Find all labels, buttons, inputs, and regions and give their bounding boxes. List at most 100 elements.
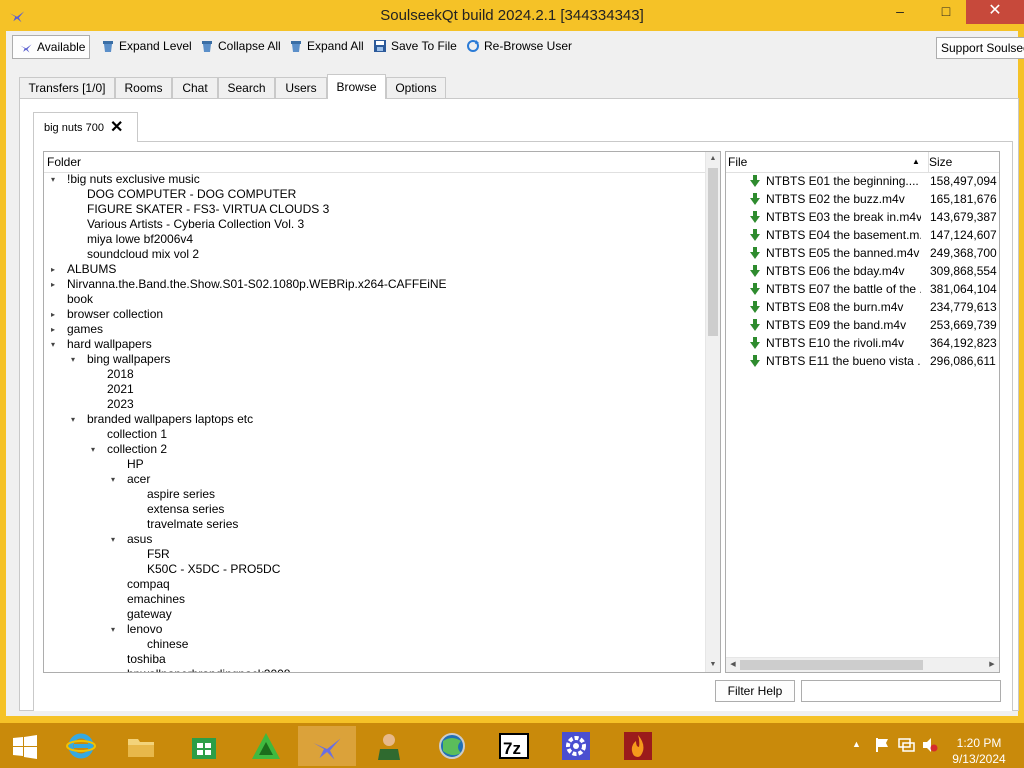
collapsed-arrow-icon[interactable] [91,427,101,442]
scroll-up-arrow-icon[interactable]: ▲ [706,152,720,166]
save-to-file-button[interactable]: Save To File [373,35,457,57]
show-hidden-icons-icon[interactable]: ▲ [852,739,861,749]
network-icon[interactable] [898,737,916,753]
file-row[interactable]: NTBTS E11 the bueno vista ... 296,086,611 [726,352,999,370]
collapsed-arrow-icon[interactable] [131,487,141,502]
collapsed-arrow-icon[interactable] [91,367,101,382]
tree-node[interactable]: emachines [127,592,185,607]
tree-node[interactable]: toshiba [127,652,166,667]
tab-transfers[interactable]: Transfers [1/0] [19,77,115,98]
tab-users[interactable]: Users [275,77,327,98]
collapsed-arrow-icon[interactable] [111,592,121,607]
folder-tree[interactable]: Folder ▾ !big nuts exclusive music DOG COM… [43,151,721,673]
tree-node[interactable]: ▾ asus [111,532,152,547]
collapsed-arrow-icon[interactable] [91,382,101,397]
tree-node[interactable]: FIGURE SKATER - FS3- VIRTUA CLOUDS 3 [87,202,329,217]
volume-muted-icon[interactable] [922,737,938,753]
collapsed-arrow-icon[interactable] [51,292,61,307]
expanded-arrow-icon[interactable]: ▾ [111,472,121,487]
taskbar-firewall-app[interactable] [609,726,667,766]
tree-node[interactable]: miya lowe bf2006v4 [87,232,193,247]
re-browse-user-button[interactable]: Re-Browse User [466,35,572,57]
tree-node[interactable]: chinese [147,637,188,652]
folder-tree-scrollbar[interactable]: ▲ ▼ [705,152,720,672]
file-row[interactable]: NTBTS E04 the basement.m... 147,124,607 [726,226,999,244]
taskbar-soulseek[interactable] [298,726,356,766]
taskbar-globe-app[interactable] [423,726,481,766]
tree-node[interactable]: aspire series [147,487,215,502]
tree-node[interactable]: 2023 [107,397,134,412]
start-button[interactable] [0,726,50,766]
tree-node[interactable]: travelmate series [147,517,238,532]
tab-search[interactable]: Search [218,77,275,98]
collapsed-arrow-icon[interactable] [131,502,141,517]
scroll-right-arrow-icon[interactable]: ▶ [985,658,999,672]
tab-rooms[interactable]: Rooms [115,77,172,98]
taskbar-torrent-app[interactable] [237,726,295,766]
expanded-arrow-icon[interactable]: ▾ [71,352,81,367]
tree-node[interactable]: ▾ lenovo [111,622,162,637]
maximize-button[interactable]: □ [930,0,962,24]
tree-node[interactable]: hpwallpaperbrandingpack2008 [127,667,290,672]
filter-input[interactable] [801,680,1001,702]
collapsed-arrow-icon[interactable] [71,187,81,202]
tree-node[interactable]: HP [127,457,144,472]
collapsed-arrow-icon[interactable]: ▸ [51,262,61,277]
collapsed-arrow-icon[interactable] [131,562,141,577]
tree-node[interactable]: gateway [127,607,172,622]
collapsed-arrow-icon[interactable] [131,547,141,562]
tree-node[interactable]: ▸ games [51,322,103,337]
file-row[interactable]: NTBTS E02 the buzz.m4v 165,181,676 [726,190,999,208]
collapse-all-button[interactable]: Collapse All [200,35,281,57]
collapsed-arrow-icon[interactable] [71,232,81,247]
file-list-hscrollbar[interactable]: ◀ ▶ [726,657,999,672]
collapsed-arrow-icon[interactable] [71,217,81,232]
action-center-flag-icon[interactable] [874,737,890,753]
expand-all-button[interactable]: Expand All [289,35,364,57]
taskbar-clock[interactable]: 1:20 PM 9/13/2024 [944,735,1014,767]
file-list[interactable]: File ▲ Size NTBTS E01 the beginning.... 1… [725,151,1000,673]
collapsed-arrow-icon[interactable]: ▸ [51,277,61,292]
collapsed-arrow-icon[interactable] [111,577,121,592]
close-tab-icon[interactable]: ✕ [110,117,123,137]
file-row[interactable]: NTBTS E06 the bday.m4v 309,868,554 [726,262,999,280]
collapsed-arrow-icon[interactable] [111,652,121,667]
collapsed-arrow-icon[interactable] [91,397,101,412]
collapsed-arrow-icon[interactable] [131,637,141,652]
filter-help-button[interactable]: Filter Help [715,680,795,702]
tree-node[interactable]: ▸ browser collection [51,307,163,322]
expanded-arrow-icon[interactable]: ▾ [71,412,81,427]
file-row[interactable]: NTBTS E03 the break in.m4v 143,679,387 [726,208,999,226]
collapsed-arrow-icon[interactable] [71,247,81,262]
tree-node[interactable]: compaq [127,577,170,592]
scrollbar-thumb[interactable] [708,168,718,336]
scroll-down-arrow-icon[interactable]: ▼ [706,658,720,672]
file-row[interactable]: NTBTS E10 the rivoli.m4v 364,192,823 [726,334,999,352]
size-column-header[interactable]: Size [929,155,952,169]
tree-node[interactable]: ▾ !big nuts exclusive music [51,172,200,187]
expand-level-button[interactable]: Expand Level [101,35,192,57]
tree-node[interactable]: ▸ ALBUMS [51,262,116,277]
taskbar-internet-explorer[interactable] [52,726,110,766]
tree-node[interactable]: ▾ bing wallpapers [71,352,170,367]
minimize-button[interactable]: – [884,0,916,24]
tree-node[interactable]: soundcloud mix vol 2 [87,247,199,262]
collapsed-arrow-icon[interactable] [71,202,81,217]
collapsed-arrow-icon[interactable]: ▸ [51,307,61,322]
folder-column-header[interactable]: Folder [44,152,720,173]
tree-node[interactable]: ▾ hard wallpapers [51,337,152,352]
tree-node[interactable]: Various Artists - Cyberia Collection Vol… [87,217,304,232]
collapsed-arrow-icon[interactable]: ▸ [51,322,61,337]
file-row[interactable]: NTBTS E05 the banned.m4v 249,368,700 [726,244,999,262]
taskbar-7zip[interactable]: 7z [485,726,543,766]
tree-node[interactable]: extensa series [147,502,224,517]
expanded-arrow-icon[interactable]: ▾ [51,337,61,352]
scroll-left-arrow-icon[interactable]: ◀ [726,658,740,672]
tree-node[interactable]: ▾ acer [111,472,150,487]
user-tab-big-nuts-700[interactable]: big nuts 700 ✕ [33,112,138,142]
taskbar-settings-app[interactable] [547,726,605,766]
file-column-header[interactable]: File [728,155,747,169]
tree-node[interactable]: DOG COMPUTER - DOG COMPUTER [87,187,296,202]
tree-node[interactable]: book [67,292,93,307]
tree-node[interactable]: ▾ branded wallpapers laptops etc [71,412,253,427]
